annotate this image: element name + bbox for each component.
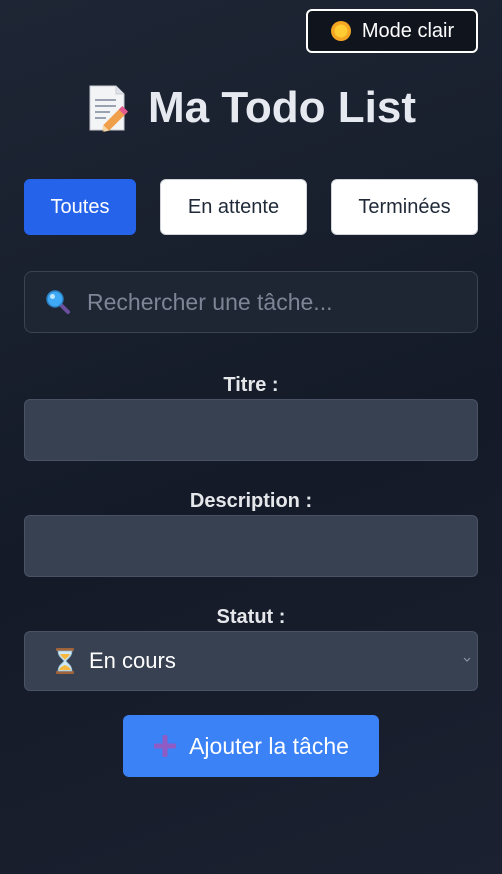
description-input[interactable] [24, 515, 478, 577]
filter-all-button[interactable]: Toutes [24, 179, 136, 235]
status-label: Statut : [216, 606, 286, 628]
title-label: Titre : [223, 374, 279, 396]
title-input[interactable] [24, 399, 478, 461]
sun-icon [330, 21, 351, 41]
status-select[interactable]: En cours [24, 631, 478, 691]
plus-icon [154, 735, 177, 757]
search-box [24, 271, 478, 333]
theme-toggle-label: Mode clair [361, 19, 455, 42]
page-title-text: Ma Todo List [147, 83, 417, 132]
filter-pending-button[interactable]: En attente [160, 179, 307, 235]
theme-toggle-button[interactable]: Mode clair [306, 9, 478, 53]
page-title: Ma Todo List [0, 78, 502, 138]
search-icon [46, 290, 70, 314]
add-task-button[interactable]: Ajouter la tâche [123, 715, 379, 777]
chevron-down-icon [463, 657, 471, 662]
status-select-value: En cours [89, 648, 176, 673]
hourglass-icon [56, 648, 74, 674]
filter-done-button[interactable]: Terminées [331, 179, 478, 235]
memo-icon [89, 85, 128, 132]
add-task-label: Ajouter la tâche [189, 732, 349, 759]
search-input[interactable] [85, 287, 477, 317]
filter-bar: Toutes En attente Terminées [24, 179, 478, 235]
description-label: Description : [189, 490, 313, 512]
